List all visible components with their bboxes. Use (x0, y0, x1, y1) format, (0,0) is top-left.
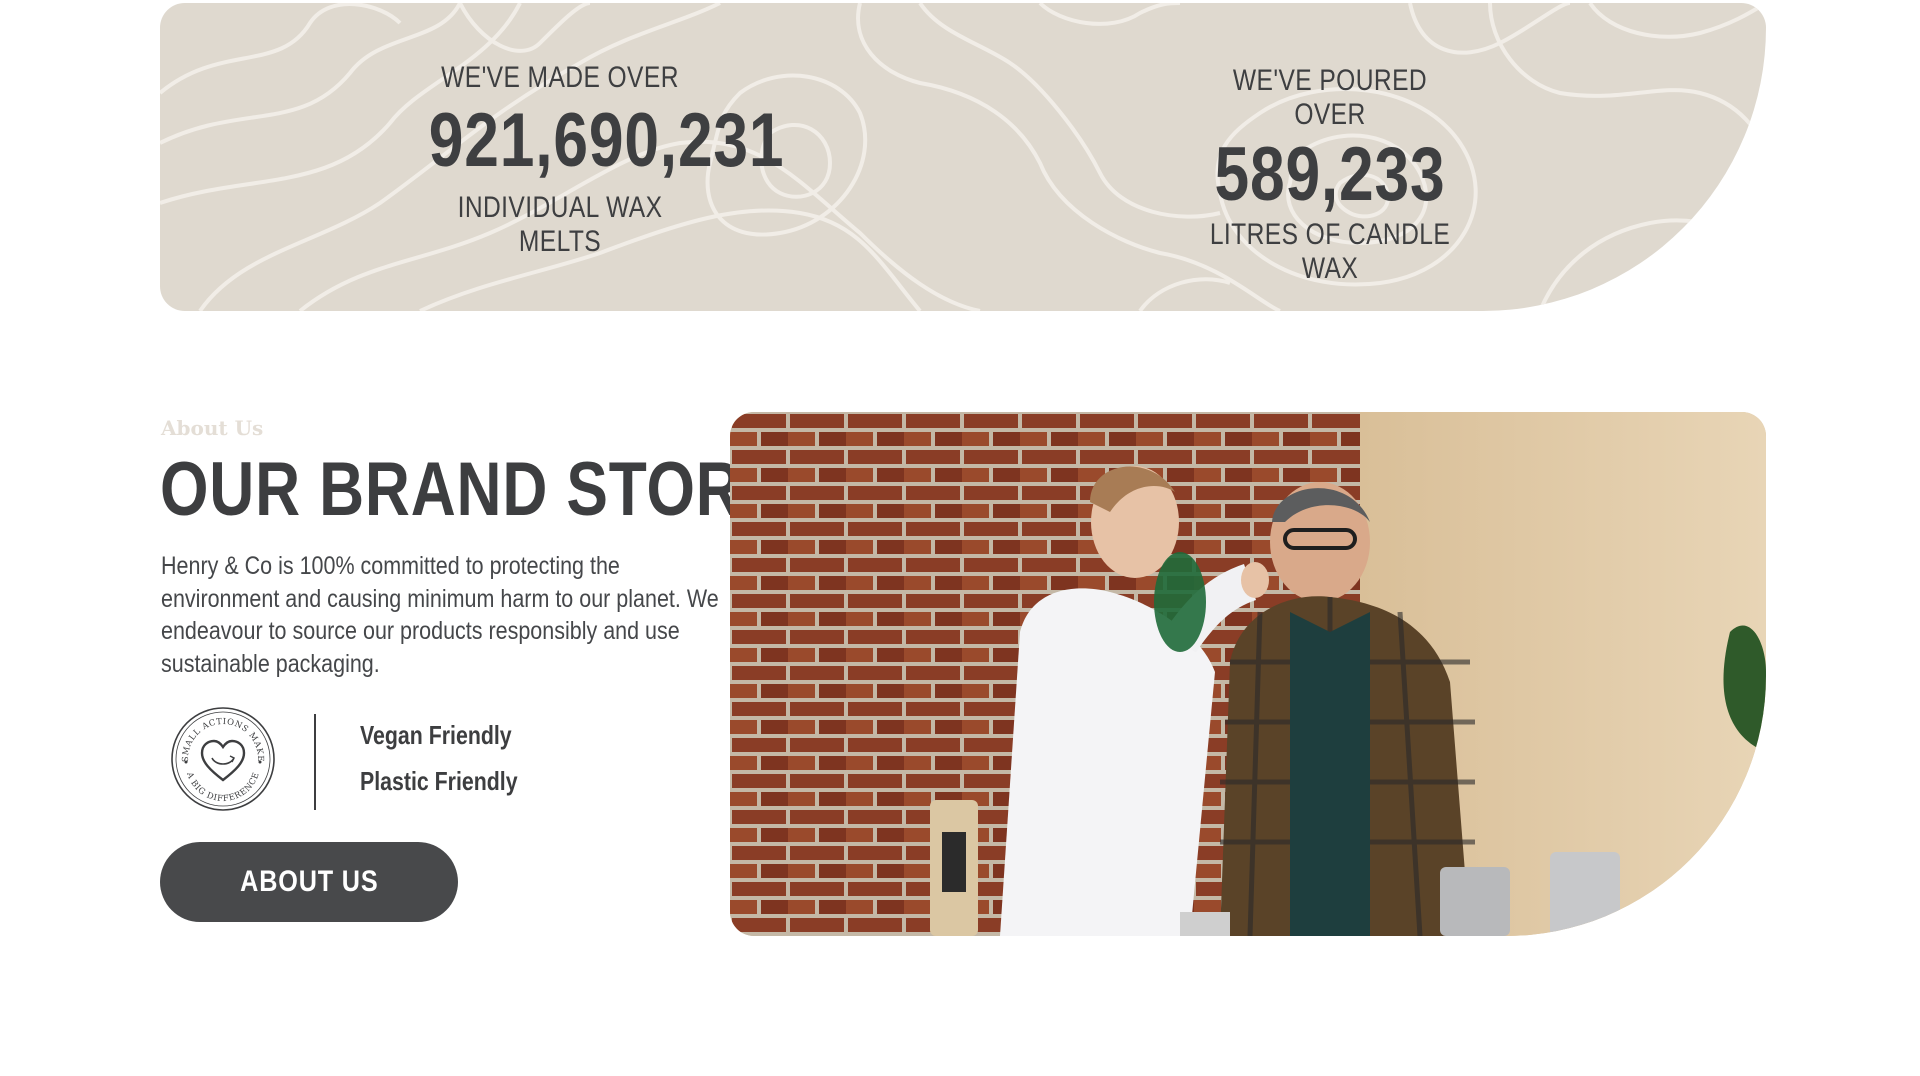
stat-number: 589,233 (1214, 132, 1446, 217)
stat-suffix: LITRES OF CANDLE WAX (1209, 218, 1451, 285)
stat-candle-wax: WE'VE POURED OVER 589,233 LITRES OF CAND… (1170, 64, 1490, 286)
sustainability-badge-icon: SMALL ACTIONS MAKE A BIG DIFFERENCE (170, 706, 276, 812)
stats-banner: WE'VE MADE OVER 921,690,231 INDIVIDUAL W… (160, 3, 1766, 311)
stat-suffix: INDIVIDUAL WAX MELTS (457, 191, 663, 258)
stat-prefix: WE'VE MADE OVER (441, 61, 679, 94)
section-title: OUR BRAND STORY (160, 447, 782, 532)
about-paragraph: Henry & Co is 100% committed to protecti… (161, 552, 719, 678)
photo-people-candle-making-icon (730, 412, 1766, 936)
about-us-button-label: ABOUT US (239, 865, 379, 898)
stat-wax-melts: WE'VE MADE OVER 921,690,231 INDIVIDUAL W… (400, 61, 785, 259)
section-eyebrow: About Us (161, 416, 264, 440)
stat-prefix: WE'VE POURED OVER (1232, 64, 1428, 131)
feature-plastic-friendly: Plastic Friendly (360, 766, 518, 796)
brand-story-photo (730, 412, 1766, 936)
badge-divider (314, 714, 316, 810)
about-us-button[interactable]: ABOUT US (160, 842, 458, 922)
stat-number: 921,690,231 (428, 98, 785, 183)
feature-vegan-friendly: Vegan Friendly (360, 720, 512, 750)
